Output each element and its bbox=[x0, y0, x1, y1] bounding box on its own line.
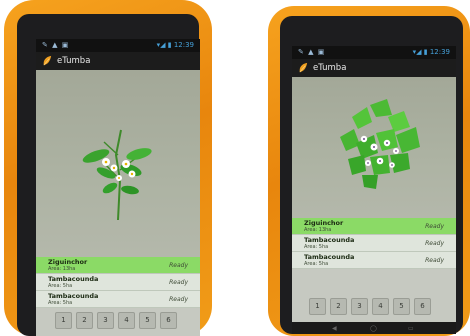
app-title: eTumba bbox=[57, 56, 91, 66]
home-icon[interactable]: ◯ bbox=[370, 325, 377, 332]
page-button-2[interactable]: 2 bbox=[76, 312, 93, 329]
page-button-6[interactable]: 6 bbox=[414, 298, 431, 315]
list-item-name: Ziguinchor bbox=[48, 258, 88, 266]
list-item-area: Area: 5ha bbox=[48, 300, 73, 306]
list-item-area: Area: 13ha bbox=[48, 266, 76, 272]
back-icon[interactable]: ◀ bbox=[332, 325, 337, 332]
list-item-area: Area: 5ha bbox=[304, 244, 329, 250]
plant-viewer[interactable] bbox=[292, 77, 456, 218]
tablet-bezel: ✎ ▲ ▣ ▾◢ ▮ 12:39 eTumba Ziguinchor Area:… bbox=[280, 16, 463, 334]
list-item[interactable]: Tambacounda Area: 5ha Ready bbox=[292, 235, 456, 252]
status-bar: ✎ ▲ ▣ ▾◢ ▮ 12:39 bbox=[292, 46, 456, 59]
list-item-area: Area: 5ha bbox=[48, 283, 73, 289]
leaf-logo-icon[interactable] bbox=[298, 62, 309, 73]
screen: ✎ ▲ ▣ ▾◢ ▮ 12:39 eTumba Ziguinchor Area:… bbox=[292, 46, 456, 334]
status-icons: ✎ ▲ ▣ bbox=[42, 41, 70, 49]
page-button-4[interactable]: 4 bbox=[372, 298, 389, 315]
page-button-4[interactable]: 4 bbox=[118, 312, 135, 329]
page-button-5[interactable]: 5 bbox=[139, 312, 156, 329]
list-item-name: Tambacounda bbox=[48, 292, 99, 300]
status-clock: ▾◢ ▮ 12:39 bbox=[156, 41, 194, 49]
page-button-1[interactable]: 1 bbox=[309, 298, 326, 315]
zone-list: Ziguinchor Area: 13ha Ready Tambacounda … bbox=[292, 218, 456, 269]
action-bar: eTumba bbox=[292, 59, 456, 77]
list-item[interactable]: Tambacounda Area: 5ha Ready bbox=[36, 291, 200, 308]
list-item-area: Area: 5ha bbox=[304, 261, 329, 267]
page-button-6[interactable]: 6 bbox=[160, 312, 177, 329]
app-title: eTumba bbox=[313, 63, 347, 73]
list-item-name: Tambacounda bbox=[48, 275, 99, 283]
list-item[interactable]: Ziguinchor Area: 13ha Ready bbox=[292, 218, 456, 235]
recents-icon[interactable]: ▭ bbox=[408, 325, 414, 332]
plant-model-image bbox=[340, 99, 420, 189]
tablet-bezel: ✎ ▲ ▣ ▾◢ ▮ 12:39 eTumba Ziguinchor Area:… bbox=[17, 14, 200, 336]
list-item-status: Ready bbox=[425, 223, 444, 230]
list-item-status: Ready bbox=[169, 279, 188, 286]
page-selector: 1 2 3 4 5 6 bbox=[36, 308, 200, 336]
list-item-status: Ready bbox=[425, 240, 444, 247]
screen: ✎ ▲ ▣ ▾◢ ▮ 12:39 eTumba Ziguinchor Area:… bbox=[36, 39, 200, 336]
leaf-logo-icon[interactable] bbox=[42, 55, 53, 66]
page-button-1[interactable]: 1 bbox=[55, 312, 72, 329]
action-bar: eTumba bbox=[36, 52, 200, 70]
status-icons: ✎ ▲ ▣ bbox=[298, 48, 326, 56]
list-item-status: Ready bbox=[425, 257, 444, 264]
status-clock: ▾◢ ▮ 12:39 bbox=[412, 48, 450, 56]
list-item-name: Ziguinchor bbox=[304, 219, 344, 227]
plant-model-image bbox=[82, 129, 152, 221]
page-button-3[interactable]: 3 bbox=[351, 298, 368, 315]
page-selector: 1 2 3 4 5 6 bbox=[292, 269, 456, 322]
list-item-name: Tambacounda bbox=[304, 253, 355, 261]
list-item[interactable]: Tambacounda Area: 5ha Ready bbox=[292, 252, 456, 269]
list-item-name: Tambacounda bbox=[304, 236, 355, 244]
plant-viewer[interactable] bbox=[36, 70, 200, 257]
list-item-area: Area: 13ha bbox=[304, 227, 332, 233]
list-item[interactable]: Ziguinchor Area: 13ha Ready bbox=[36, 257, 200, 274]
page-button-2[interactable]: 2 bbox=[330, 298, 347, 315]
right-tablet: ✎ ▲ ▣ ▾◢ ▮ 12:39 eTumba Ziguinchor Area:… bbox=[268, 6, 470, 336]
page-button-5[interactable]: 5 bbox=[393, 298, 410, 315]
system-nav-bar: ◀ ◯ ▭ bbox=[292, 322, 456, 334]
list-item-status: Ready bbox=[169, 296, 188, 303]
page-button-3[interactable]: 3 bbox=[97, 312, 114, 329]
status-bar: ✎ ▲ ▣ ▾◢ ▮ 12:39 bbox=[36, 39, 200, 52]
list-item[interactable]: Tambacounda Area: 5ha Ready bbox=[36, 274, 200, 291]
list-item-status: Ready bbox=[169, 262, 188, 269]
zone-list: Ziguinchor Area: 13ha Ready Tambacounda … bbox=[36, 257, 200, 308]
left-tablet: ✎ ▲ ▣ ▾◢ ▮ 12:39 eTumba Ziguinchor Area:… bbox=[4, 0, 212, 336]
